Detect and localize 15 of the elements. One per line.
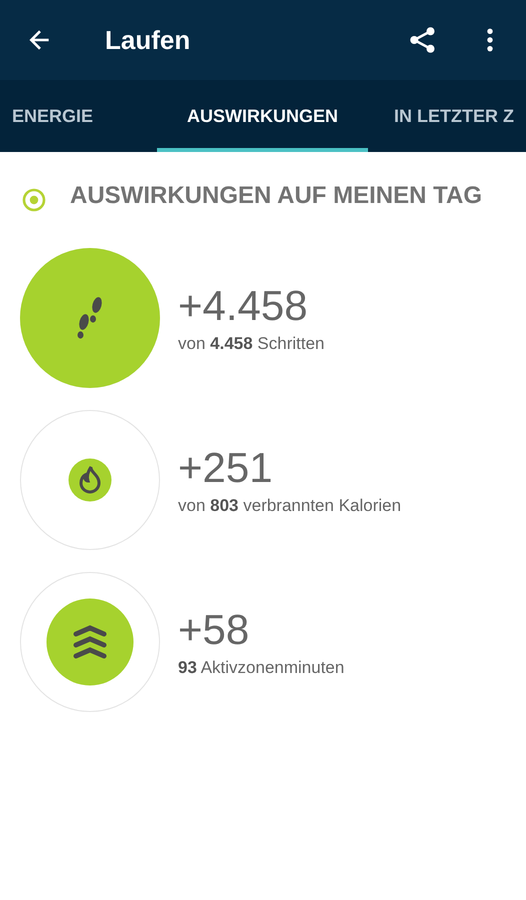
more-options-icon[interactable] [486, 27, 494, 53]
flame-icon [78, 465, 102, 495]
screen-title: Laufen [105, 24, 192, 56]
stat-value: +58 [178, 606, 250, 654]
stat-caption: 93 Aktivzonenminuten [178, 658, 344, 678]
target-icon [22, 188, 46, 212]
stat-value: +251 [178, 444, 274, 492]
stat-caption: von 803 verbrannten Kalorien [178, 496, 402, 516]
footprints-icon [75, 296, 105, 340]
stat-caption: von 4.458 Schritten [178, 334, 324, 354]
tab[interactable]: AUSWIRKUNGEN [157, 80, 368, 152]
stat-value: +4.458 [178, 282, 309, 330]
section-title: AUSWIRKUNGEN AUF MEINEN TAG [70, 181, 482, 211]
tab[interactable]: ENERGIE [0, 80, 157, 152]
tab[interactable]: IN LETZTER Z [368, 80, 526, 152]
